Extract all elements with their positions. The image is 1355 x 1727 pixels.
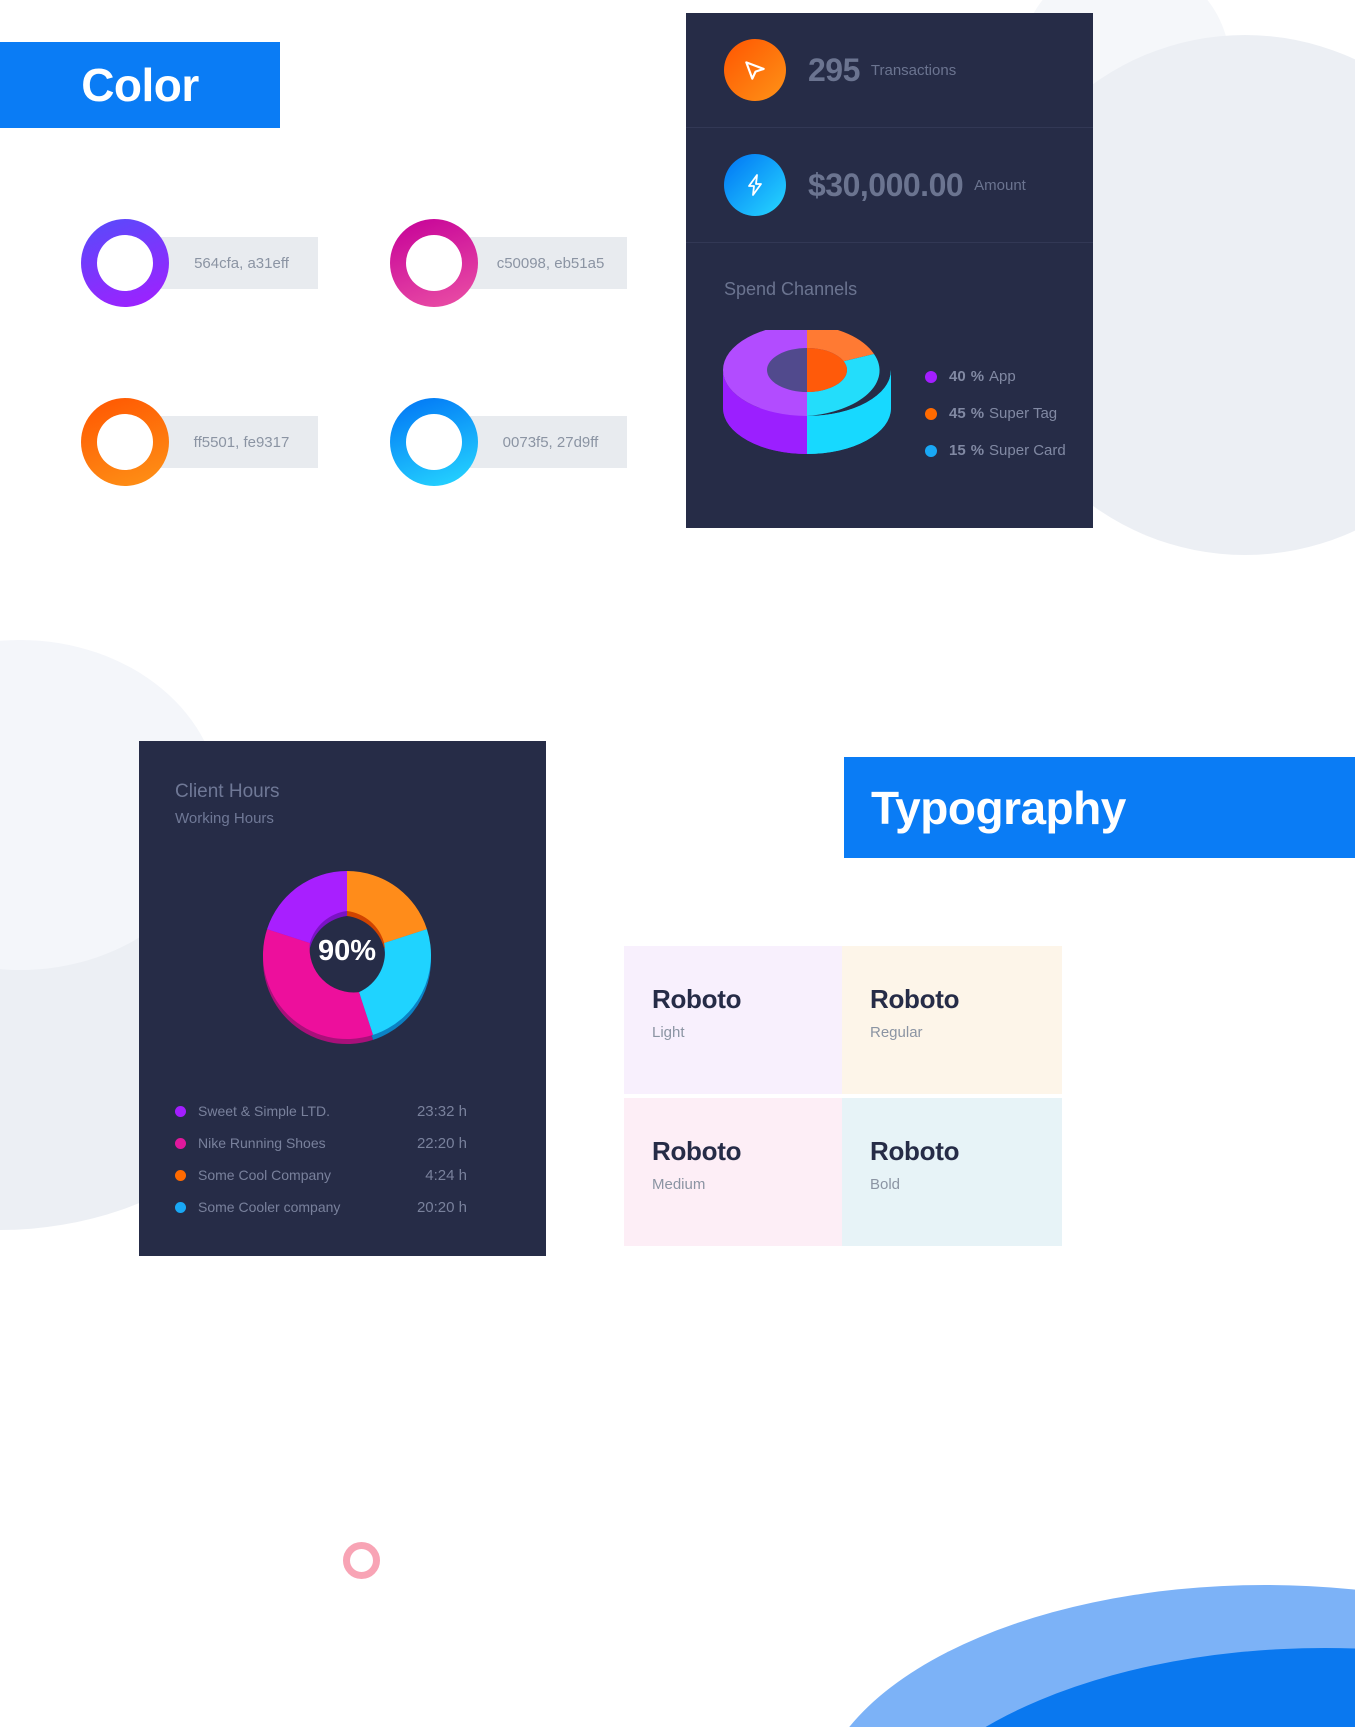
lightning-bolt-icon <box>724 154 786 216</box>
client-hours-value-4: 20:20 h <box>416 1198 467 1216</box>
stat-value-transactions: 295 <box>808 51 860 88</box>
legend-percent-super-tag: 45 <box>949 405 966 422</box>
type-card-medium[interactable]: Roboto Medium <box>624 1098 844 1246</box>
type-name-regular: Roboto <box>870 984 960 1014</box>
color-section-title: Color <box>81 59 199 111</box>
legend-label-super-card: Super Card <box>989 442 1066 459</box>
color-ring-orange <box>81 398 169 486</box>
client-hours-center-value: 90% <box>317 935 377 967</box>
client-hours-row-1[interactable]: Sweet & Simple LTD. 23:32 h <box>175 1095 467 1127</box>
legend-item-super-card[interactable]: 15 % Super Card <box>925 432 1066 469</box>
stat-row-transactions[interactable]: 295 Transactions <box>686 13 1093 128</box>
legend-percent-sign-super-card: % <box>970 442 985 459</box>
client-hours-value-1: 23:32 h <box>416 1102 467 1120</box>
legend-dot-super-card <box>925 444 937 457</box>
legend-percent-super-card: 15 <box>949 442 966 459</box>
color-swatch-purple[interactable]: 564cfa, a31eff <box>81 219 318 307</box>
type-name-bold: Roboto <box>870 1136 960 1166</box>
client-hours-row-3[interactable]: Some Cool Company 4:24 h <box>175 1159 467 1191</box>
color-chip-blue: 0073f5, 27d9ff <box>452 416 627 468</box>
spend-channels-legend: 40 % App 45 % Super Tag 15 % Super Card <box>925 358 1066 469</box>
color-code-orange: ff5501, fe9317 <box>193 433 290 451</box>
type-weight-medium: Medium <box>652 1176 706 1193</box>
type-card-regular[interactable]: Roboto Regular <box>842 946 1062 1094</box>
client-hours-dot-2 <box>175 1137 186 1149</box>
stat-label-amount: Amount <box>974 176 1026 194</box>
client-hours-name-2: Nike Running Shoes <box>198 1135 326 1151</box>
color-chip-purple: 564cfa, a31eff <box>143 237 318 289</box>
typography-section-title: Typography <box>871 781 1126 834</box>
legend-label-app: App <box>989 368 1016 385</box>
legend-item-app[interactable]: 40 % App <box>925 358 1066 395</box>
color-ring-purple <box>81 219 169 307</box>
type-name-medium: Roboto <box>652 1136 742 1166</box>
client-hours-legend: Sweet & Simple LTD. 23:32 h Nike Running… <box>175 1095 467 1223</box>
client-hours-dot-4 <box>175 1201 186 1213</box>
legend-percent-app: 40 <box>949 368 966 385</box>
legend-item-super-tag[interactable]: 45 % Super Tag <box>925 395 1066 432</box>
type-card-bold[interactable]: Roboto Bold <box>842 1098 1062 1246</box>
legend-percent-sign-super-tag: % <box>970 405 985 422</box>
client-hours-name-1: Sweet & Simple LTD. <box>198 1103 331 1119</box>
type-weight-regular: Regular <box>870 1024 923 1041</box>
stat-value-amount: $30,000.00 <box>808 166 964 203</box>
client-hours-name-4: Some Cooler company <box>198 1199 341 1215</box>
color-section-banner: Color <box>0 42 280 128</box>
spend-channels-title: Spend Channels <box>724 279 858 299</box>
type-name-light: Roboto <box>652 984 742 1014</box>
client-hours-value-3: 4:24 h <box>425 1166 467 1184</box>
color-ring-magenta <box>390 219 478 307</box>
client-hours-subtitle: Working Hours <box>175 810 274 827</box>
client-hours-title: Client Hours <box>175 781 280 802</box>
client-hours-dot-1 <box>175 1105 186 1117</box>
color-ring-blue <box>390 398 478 486</box>
type-weight-bold: Bold <box>870 1176 901 1193</box>
color-code-blue: 0073f5, 27d9ff <box>502 433 599 451</box>
client-hours-row-2[interactable]: Nike Running Shoes 22:20 h <box>175 1127 467 1159</box>
client-hours-value-2: 22:20 h <box>416 1134 467 1152</box>
legend-dot-super-tag <box>925 407 937 420</box>
stat-row-amount[interactable]: $30,000.00 Amount <box>686 128 1093 243</box>
client-hours-row-4[interactable]: Some Cooler company 20:20 h <box>175 1191 467 1223</box>
color-swatch-orange[interactable]: ff5501, fe9317 <box>81 398 318 486</box>
navigation-arrow-icon <box>724 39 786 101</box>
legend-label-super-tag: Super Tag <box>989 405 1058 422</box>
color-chip-orange: ff5501, fe9317 <box>143 416 318 468</box>
type-card-light[interactable]: Roboto Light <box>624 946 844 1094</box>
type-weight-light: Light <box>652 1024 685 1041</box>
typography-section-banner: Typography <box>844 757 1355 858</box>
legend-dot-app <box>925 370 937 383</box>
color-swatch-magenta[interactable]: c50098, eb51a5 <box>390 219 627 307</box>
color-code-magenta: c50098, eb51a5 <box>496 254 605 272</box>
client-hours-name-3: Some Cool Company <box>198 1167 332 1183</box>
color-code-purple: 564cfa, a31eff <box>194 254 289 272</box>
client-hours-dot-3 <box>175 1169 186 1181</box>
color-swatch-blue[interactable]: 0073f5, 27d9ff <box>390 398 627 486</box>
legend-percent-sign-app: % <box>970 368 985 385</box>
decorative-pink-ring <box>343 1542 380 1579</box>
color-chip-magenta: c50098, eb51a5 <box>452 237 627 289</box>
stat-label-transactions: Transactions <box>870 61 957 79</box>
spend-channels-3d-donut-chart <box>723 330 891 454</box>
design-system-page: Color 564cfa, a31eff c50098, eb51a5 ff55… <box>0 0 1355 1727</box>
